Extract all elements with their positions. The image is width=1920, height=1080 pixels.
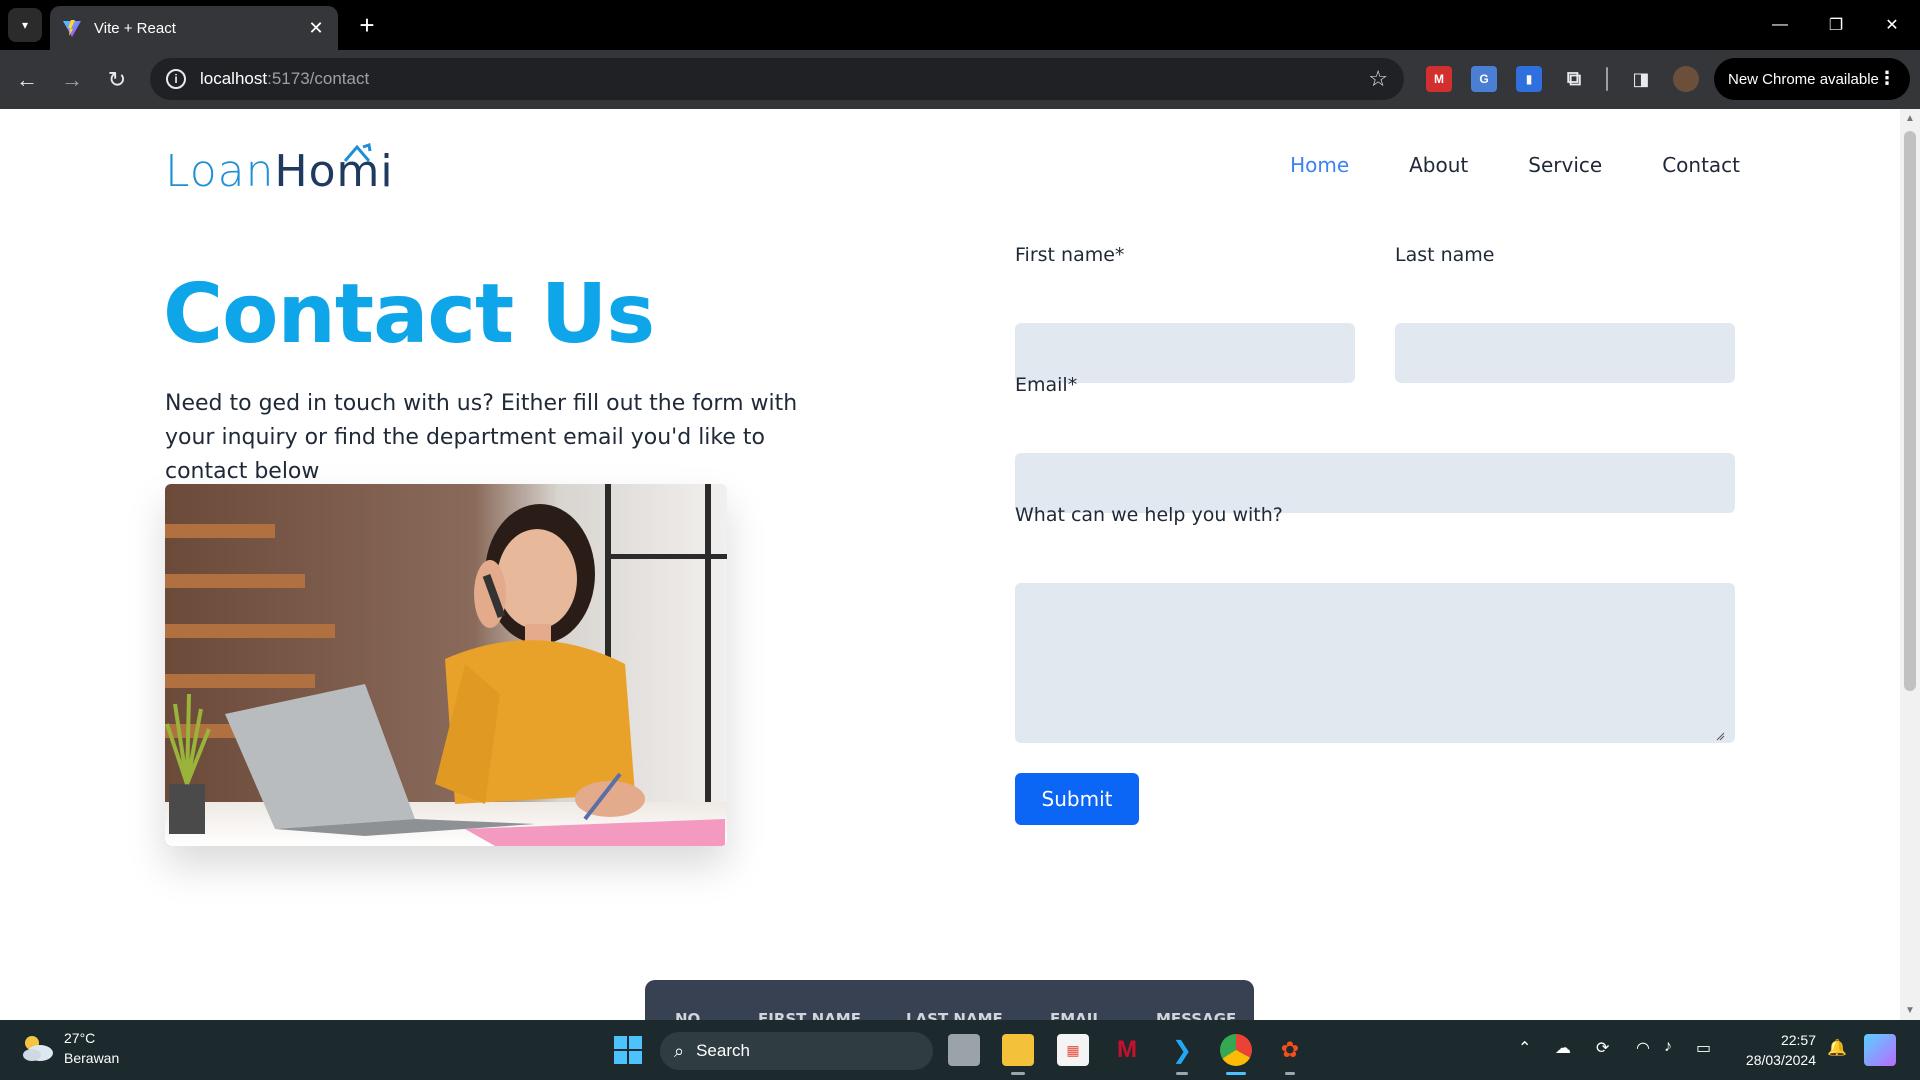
window-close-icon[interactable]: ✕ bbox=[1864, 0, 1920, 50]
windows-start-icon[interactable] bbox=[612, 1034, 644, 1066]
notification-bell-icon[interactable]: 🔔 bbox=[1827, 1038, 1847, 1058]
system-clock[interactable]: 22:57 28/03/2024 bbox=[1736, 1030, 1816, 1070]
page-title: Contact Us bbox=[163, 267, 655, 362]
nav-about[interactable]: About bbox=[1409, 153, 1468, 177]
running-indicator bbox=[1176, 1072, 1188, 1075]
taskbar-search-label: Search bbox=[696, 1041, 750, 1060]
submit-button[interactable]: Submit bbox=[1015, 773, 1139, 825]
toolbar-divider bbox=[1606, 67, 1608, 91]
resize-grip-icon[interactable] bbox=[1715, 731, 1725, 741]
clock-time: 22:57 bbox=[1780, 1032, 1816, 1048]
mcafee-icon[interactable]: M bbox=[1111, 1034, 1143, 1066]
nav-service[interactable]: Service bbox=[1528, 153, 1602, 177]
submissions-table-header: NO FIRST NAME LAST NAME EMAIL MESSAGE bbox=[645, 980, 1254, 1020]
info-icon[interactable]: i bbox=[166, 69, 186, 89]
scroll-down-icon[interactable]: ▼ bbox=[1905, 1005, 1915, 1016]
running-indicator bbox=[1285, 1072, 1295, 1075]
taskbar-search[interactable]: ⌕ Search bbox=[660, 1032, 933, 1070]
back-icon[interactable]: ← bbox=[12, 65, 42, 95]
vite-favicon bbox=[63, 20, 81, 37]
scrollbar-thumb[interactable] bbox=[1904, 131, 1916, 691]
search-icon: ⌕ bbox=[674, 1040, 685, 1061]
chrome-update-button[interactable]: New Chrome available ⋮ bbox=[1714, 58, 1910, 100]
figma-icon[interactable]: ✿ bbox=[1274, 1034, 1306, 1066]
weather-temp: 27°C bbox=[64, 1030, 96, 1046]
active-app-indicator bbox=[1226, 1072, 1246, 1075]
file-extension-icon[interactable]: ▮ bbox=[1516, 66, 1542, 92]
url-path: :5173/contact bbox=[267, 69, 370, 88]
table-header-message: MESSAGE bbox=[1156, 1010, 1237, 1020]
profile-avatar[interactable] bbox=[1673, 66, 1699, 92]
roof-icon bbox=[343, 143, 372, 162]
table-header-last-name: LAST NAME bbox=[906, 1010, 1003, 1020]
extensions-icon[interactable]: ⧉ bbox=[1561, 66, 1587, 92]
running-indicator bbox=[1011, 1072, 1025, 1075]
tab-search-icon[interactable]: ▾ bbox=[8, 8, 42, 42]
tab-title: Vite + React bbox=[94, 19, 176, 37]
logo-text-loan: Loan bbox=[165, 146, 275, 197]
side-panel-icon[interactable]: ◨ bbox=[1628, 66, 1654, 92]
weather-widget[interactable]: 27°C Berawan bbox=[20, 1028, 119, 1068]
last-name-label: Last name bbox=[1395, 244, 1495, 266]
message-label: What can we help you with? bbox=[1015, 504, 1283, 526]
cloud-icon bbox=[23, 1036, 53, 1061]
translate-extension-icon[interactable]: G bbox=[1471, 66, 1497, 92]
close-icon[interactable]: ✕ bbox=[306, 18, 326, 39]
message-textarea[interactable] bbox=[1015, 583, 1735, 743]
chrome-icon[interactable] bbox=[1220, 1034, 1252, 1066]
more-icon[interactable]: ⋮ bbox=[1878, 68, 1896, 89]
volume-icon[interactable]: ♪ bbox=[1664, 1038, 1672, 1056]
copilot-icon[interactable] bbox=[1864, 1034, 1896, 1066]
vscode-icon[interactable]: ❯ bbox=[1166, 1034, 1198, 1066]
reload-icon[interactable]: ↻ bbox=[102, 65, 132, 95]
browser-toolbar: ← → ↻ i localhost:5173/contact ☆ M G ▮ ⧉… bbox=[0, 50, 1920, 109]
weather-desc: Berawan bbox=[64, 1050, 120, 1066]
star-icon[interactable]: ☆ bbox=[1368, 66, 1388, 92]
update-label: New Chrome available bbox=[1728, 70, 1879, 88]
sync-icon[interactable]: ⟳ bbox=[1596, 1038, 1609, 1058]
email-label: Email* bbox=[1015, 374, 1078, 396]
browser-tab[interactable]: Vite + React ✕ bbox=[50, 6, 338, 50]
main-nav: Home About Service Contact bbox=[1290, 153, 1740, 177]
onedrive-icon[interactable]: ☁ bbox=[1555, 1038, 1571, 1058]
page-scrollbar[interactable]: ▲ ▼ bbox=[1900, 109, 1920, 1020]
last-name-field[interactable] bbox=[1395, 323, 1735, 383]
forward-icon[interactable]: → bbox=[57, 65, 87, 95]
browser-titlebar: ▾ Vite + React ✕ + — ❐ ✕ bbox=[0, 0, 1920, 50]
minimize-icon[interactable]: — bbox=[1752, 0, 1808, 50]
intro-text: Need to ged in touch with us? Either fil… bbox=[165, 391, 798, 484]
window-controls: — ❐ ✕ bbox=[1752, 0, 1920, 50]
battery-icon[interactable]: ▭ bbox=[1696, 1038, 1711, 1058]
table-header-no: NO bbox=[675, 1010, 701, 1020]
table-header-first-name: FIRST NAME bbox=[758, 1010, 861, 1020]
restore-icon[interactable]: ❐ bbox=[1808, 0, 1864, 50]
scroll-up-icon[interactable]: ▲ bbox=[1905, 113, 1915, 124]
chevron-up-icon[interactable]: ⌃ bbox=[1518, 1038, 1531, 1058]
table-header-email: EMAIL bbox=[1050, 1010, 1102, 1020]
logo-text-homi: Homi bbox=[274, 146, 394, 197]
nav-contact[interactable]: Contact bbox=[1662, 153, 1740, 177]
nav-home[interactable]: Home bbox=[1290, 153, 1349, 177]
mendeley-extension-icon[interactable]: M bbox=[1426, 66, 1452, 92]
site-logo[interactable]: Loan Homi bbox=[165, 143, 394, 197]
wifi-icon[interactable]: ◠ bbox=[1636, 1038, 1650, 1058]
contact-photo bbox=[165, 484, 727, 846]
windows-taskbar: 27°C Berawan ⌕ Search ▦ M ❯ ✿ ⌃ ☁ ⟳ ◠ ♪ … bbox=[0, 1020, 1920, 1080]
address-bar[interactable]: i localhost:5173/contact ☆ bbox=[150, 58, 1404, 100]
first-name-label: First name* bbox=[1015, 244, 1125, 266]
task-view-icon[interactable] bbox=[948, 1034, 980, 1066]
file-explorer-icon[interactable] bbox=[1002, 1034, 1034, 1066]
plus-icon[interactable]: + bbox=[352, 10, 382, 40]
clock-date: 28/03/2024 bbox=[1745, 1052, 1816, 1068]
page-content: Loan Homi Home About Service Contact Cont… bbox=[0, 109, 1900, 1020]
microsoft-store-icon[interactable]: ▦ bbox=[1057, 1034, 1089, 1066]
url-host: localhost bbox=[200, 69, 268, 88]
